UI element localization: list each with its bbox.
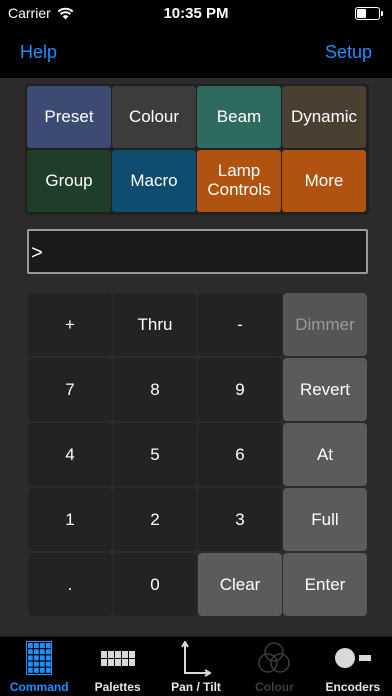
group-button-label: Macro: [130, 170, 178, 190]
group-button-beam[interactable]: Beam: [197, 86, 281, 148]
command-line-text: >: [31, 243, 44, 266]
group-button-label: Colour: [128, 106, 180, 126]
key-clear-button[interactable]: Clear: [198, 553, 282, 616]
status-time: 10:35 PM: [163, 5, 229, 22]
pan-tilt-axes-icon: [181, 640, 212, 682]
key-thru-button[interactable]: Thru: [113, 293, 197, 356]
group-button-label: Group: [45, 170, 93, 190]
keypad-grid-icon: [26, 641, 53, 680]
group-button-group[interactable]: Group: [27, 150, 111, 212]
key-minus-button[interactable]: -: [198, 293, 282, 356]
key-plus-button[interactable]: +: [28, 293, 112, 356]
tab-pan-tilt[interactable]: Pan / Tilt: [157, 637, 235, 696]
group-button-macro[interactable]: Macro: [112, 150, 196, 212]
group-button-preset[interactable]: Preset: [27, 86, 111, 148]
key-at-button[interactable]: At: [283, 423, 367, 486]
command-line-display: >: [27, 229, 368, 274]
group-button-colour[interactable]: Colour: [112, 86, 196, 148]
help-button[interactable]: Help: [20, 42, 57, 63]
colour-circles-icon: [257, 641, 291, 680]
key-7-button[interactable]: 7: [28, 358, 112, 421]
setup-button[interactable]: Setup: [325, 42, 372, 63]
key-5-button[interactable]: 5: [113, 423, 197, 486]
key-2-button[interactable]: 2: [113, 488, 197, 551]
key-enter-button[interactable]: Enter: [283, 553, 367, 616]
key-3-button[interactable]: 3: [198, 488, 282, 551]
battery-icon: [355, 7, 383, 20]
attribute-group-panel: Preset Colour Beam Dynamic Group Macro Lamp Co…: [25, 84, 369, 215]
tab-palettes[interactable]: Palettes: [78, 637, 156, 696]
key-dimmer-button[interactable]: Dimmer: [283, 293, 367, 356]
key-8-button[interactable]: 8: [113, 358, 197, 421]
tab-label: Encoders: [325, 680, 381, 694]
group-button-label: Lamp Controls: [207, 161, 271, 199]
key-full-button[interactable]: Full: [283, 488, 367, 551]
key-1-button[interactable]: 1: [28, 488, 112, 551]
tab-bar: Command Palettes Pan / Tilt Colour Encoders: [0, 636, 392, 696]
status-bar: Carrier 10:35 PM: [0, 0, 392, 28]
group-button-label: More: [304, 170, 344, 190]
key-0-button[interactable]: 0: [113, 553, 197, 616]
tab-encoders[interactable]: Encoders: [314, 637, 392, 696]
tab-label: Colour: [255, 680, 294, 694]
group-button-label: Beam: [216, 106, 262, 126]
key-9-button[interactable]: 9: [198, 358, 282, 421]
tab-colour: Colour: [235, 637, 313, 696]
group-button-label: Dynamic: [290, 106, 358, 126]
palettes-grid-icon: [100, 641, 135, 672]
key-4-button[interactable]: 4: [28, 423, 112, 486]
tab-command[interactable]: Command: [0, 637, 78, 696]
group-button-label: Preset: [44, 106, 94, 126]
encoders-icon: [334, 641, 371, 674]
group-button-dynamic[interactable]: Dynamic: [282, 86, 366, 148]
key-decimal-point-button[interactable]: .: [28, 553, 112, 616]
group-button-more[interactable]: More: [282, 150, 366, 212]
tab-label: Command: [9, 680, 69, 694]
key-6-button[interactable]: 6: [198, 423, 282, 486]
key-revert-button[interactable]: Revert: [283, 358, 367, 421]
command-keypad: + Thru - Dimmer 7 8 9 Revert 4 5 6 At 1 2 3 Full. 0 Clear…: [28, 293, 369, 630]
tab-label: Pan / Tilt: [171, 680, 221, 694]
navigation-bar: Help Setup: [0, 28, 392, 78]
tab-label: Palettes: [94, 680, 141, 694]
group-button-lamp-controls[interactable]: Lamp Controls: [197, 150, 281, 212]
